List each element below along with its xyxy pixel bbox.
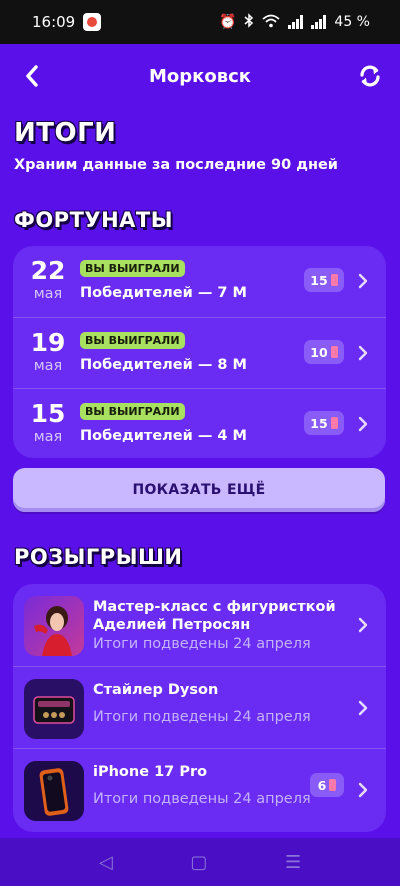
battery-level: 45 % [334,14,370,30]
ticket-count: 6 [317,777,327,793]
app-header: Морковск [0,44,400,108]
refresh-button[interactable] [354,60,386,92]
list-item[interactable]: Мастер-класс с фигуристкой Аделией Петро… [13,584,386,666]
date-month: мая [33,358,63,374]
ticket-count: 10 [310,344,328,360]
chevron-right-icon [358,273,368,289]
show-more-button[interactable]: ПОКАЗАТЬ ЕЩЁ [13,468,385,512]
ticket-icon [329,779,337,791]
results-heading: ИТОГИ [14,118,117,148]
bluetooth-icon [244,13,254,31]
home-nav-button[interactable]: ▢ [190,852,207,873]
alarm-icon: ⏰ [218,14,237,30]
ticket-count-badge: 6 [310,773,344,797]
prize-result-date: Итоги подведены 24 апреля [93,636,311,652]
date-day: 19 [30,328,66,357]
win-badge: ВЫ ВЫИГРАЛИ [80,332,185,349]
chevron-right-icon [358,416,368,432]
fortunates-list: 22 мая ВЫ ВЫИГРАЛИ Победителей — 7 М 15 … [13,246,386,458]
prize-title: Мастер-класс с фигуристкой Аделией Петро… [93,599,336,633]
back-button[interactable] [18,62,46,90]
status-bar: 16:09 ⏰ 45 % [0,0,400,44]
ticket-count: 15 [310,415,328,431]
list-item[interactable]: 15 мая ВЫ ВЫИГРАЛИ Победителей — 4 М 15 [13,388,386,458]
system-navigation-bar: ◁ ▢ ☰ [0,838,400,886]
results-subtitle: Храним данные за последние 90 дней [14,157,338,173]
date-day: 22 [30,256,66,285]
ticket-count: 15 [310,272,328,288]
ticket-count-badge: 15 [304,268,344,292]
chevron-left-icon [26,65,38,87]
page-title: Морковск [148,65,252,87]
ticket-icon [330,274,338,286]
ticket-icon [330,346,338,358]
winners-count: Победителей — 8 М [80,357,247,373]
signal-icon-2 [311,15,327,29]
prize-title: Стайлер Dyson [93,682,219,698]
list-item[interactable]: iPhone 17 Pro Итоги подведены 24 апреля … [13,748,386,830]
date: 15 мая [13,401,83,447]
draws-heading: РОЗЫГРЫШИ [14,545,183,569]
date-month: мая [33,429,63,445]
chevron-right-icon [358,700,368,716]
ticket-count-badge: 10 [304,340,344,364]
ticket-icon [330,417,338,429]
winners-count: Победителей — 4 М [80,428,247,444]
fortunates-heading: ФОРТУНАТЫ [14,208,173,232]
draws-list: Мастер-класс с фигуристкой Аделией Петро… [13,584,386,832]
chevron-right-icon [358,617,368,633]
win-badge: ВЫ ВЫИГРАЛИ [80,403,185,420]
prize-title: iPhone 17 Pro [93,764,208,780]
list-item[interactable]: 22 мая ВЫ ВЫИГРАЛИ Победителей — 7 М 15 [13,246,386,317]
date-day: 15 [30,399,66,428]
wifi-icon [262,14,281,31]
prize-thumbnail [24,679,84,739]
prize-result-date: Итоги подведены 24 апреля [93,791,311,807]
signal-icon [288,15,304,29]
win-badge: ВЫ ВЫИГРАЛИ [80,260,185,277]
refresh-icon [360,65,380,87]
chevron-right-icon [358,345,368,361]
status-time: 16:09 [32,13,76,31]
prize-thumbnail [24,761,84,821]
list-item[interactable]: Стайлер Dyson Итоги подведены 24 апреля [13,666,386,748]
prize-result-date: Итоги подведены 24 апреля [93,709,311,725]
list-item[interactable]: 19 мая ВЫ ВЫИГРАЛИ Победителей — 8 М 10 [13,317,386,388]
recents-nav-button[interactable]: ☰ [285,852,301,873]
chevron-right-icon [358,782,368,798]
prize-thumbnail [24,596,84,656]
ticket-count-badge: 15 [304,411,344,435]
date: 19 мая [13,330,83,376]
app-notification-icon [83,13,102,31]
date-month: мая [33,286,63,302]
winners-count: Победителей — 7 М [80,285,247,301]
back-nav-button[interactable]: ◁ [99,852,113,873]
date: 22 мая [13,258,83,304]
